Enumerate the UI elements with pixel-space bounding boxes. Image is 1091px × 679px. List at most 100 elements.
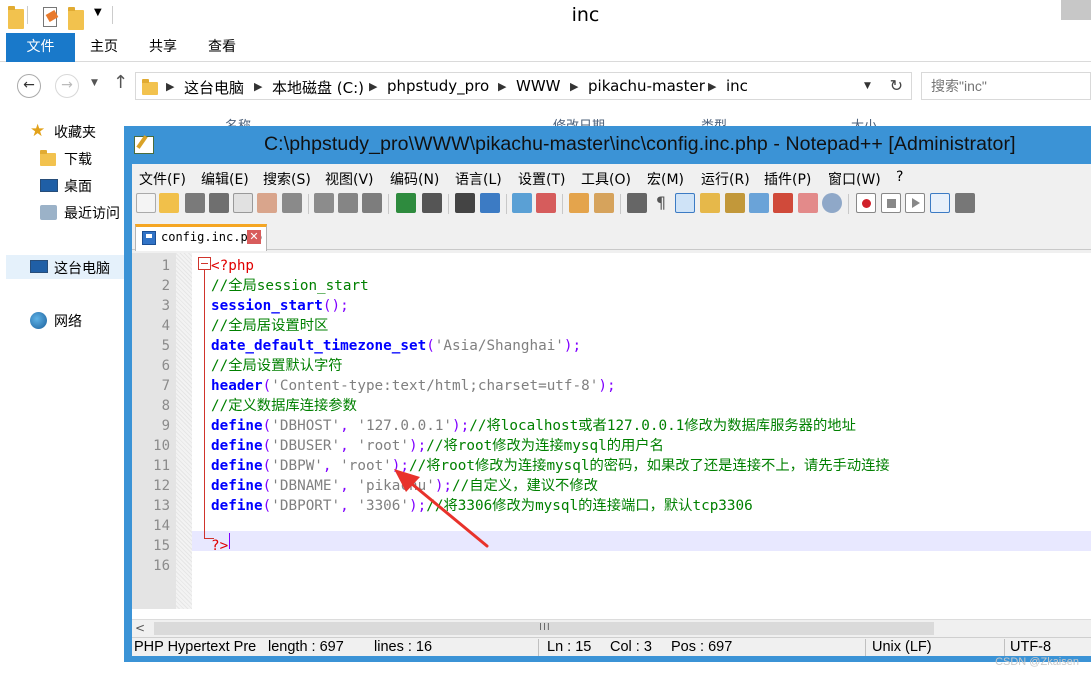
replace-icon[interactable] <box>480 193 500 213</box>
breadcrumb-separator-icon[interactable]: ▶ <box>369 80 377 93</box>
nav-this-pc[interactable]: 这台电脑 <box>6 255 125 279</box>
tab-view[interactable]: 查看 <box>206 33 238 62</box>
breadcrumb-local-disk[interactable]: 本地磁盘 (C:) <box>272 77 364 98</box>
code-line[interactable]: //全局居设置时区 <box>211 316 328 336</box>
save-macro-icon[interactable] <box>955 193 975 213</box>
breadcrumb-separator-icon[interactable]: ▶ <box>166 80 174 93</box>
tab-share[interactable]: 共享 <box>147 33 179 62</box>
chevron-down-icon[interactable]: ▼ <box>864 81 871 91</box>
paste-icon[interactable] <box>362 193 382 213</box>
sync-horizontal-icon[interactable] <box>594 193 614 213</box>
menu-search[interactable]: 搜索(S) <box>263 169 311 189</box>
close-all-icon[interactable] <box>257 193 277 213</box>
indent-guide-icon[interactable] <box>675 193 695 213</box>
sync-vertical-icon[interactable] <box>569 193 589 213</box>
line-number[interactable]: 11 <box>132 456 170 476</box>
stop-macro-icon[interactable] <box>881 193 901 213</box>
search-input[interactable] <box>922 73 1090 99</box>
line-number[interactable]: 13 <box>132 496 170 516</box>
function-list-icon[interactable] <box>749 193 769 213</box>
horizontal-scrollbar[interactable]: < III <box>132 619 1091 636</box>
up-button[interactable]: ↑ <box>113 72 128 93</box>
eye-icon[interactable] <box>822 193 842 213</box>
code-line[interactable]: define('DBPORT', '3306');//将3306修改为mysql… <box>211 496 753 516</box>
line-number[interactable]: 12 <box>132 476 170 496</box>
line-number[interactable]: 6 <box>132 356 170 376</box>
line-number[interactable]: 16 <box>132 556 170 576</box>
breadcrumb-this-pc[interactable]: 这台电脑 <box>184 77 244 98</box>
search-box[interactable] <box>921 72 1091 100</box>
file-tab[interactable]: config.inc.php ✕ <box>135 224 267 251</box>
fold-toggle-icon[interactable] <box>198 257 211 270</box>
forward-button[interactable]: → <box>55 74 79 98</box>
line-number[interactable]: 4 <box>132 316 170 336</box>
new-file-icon[interactable] <box>136 193 156 213</box>
line-number[interactable]: 8 <box>132 396 170 416</box>
line-number[interactable]: 9 <box>132 416 170 436</box>
menu-tools[interactable]: 工具(O) <box>581 169 631 189</box>
code-line[interactable]: define('DBHOST', '127.0.0.1');//将localho… <box>211 416 856 436</box>
menu-file[interactable]: 文件(F) <box>139 169 186 189</box>
cut-icon[interactable] <box>314 193 334 213</box>
code-line[interactable]: <?php <box>211 256 254 276</box>
find-icon[interactable] <box>455 193 475 213</box>
notepad-app-icon[interactable] <box>134 136 154 154</box>
language-icon[interactable] <box>700 193 720 213</box>
breadcrumb-separator-icon[interactable]: ▶ <box>570 80 578 93</box>
undo-icon[interactable] <box>396 193 416 213</box>
word-wrap-icon[interactable] <box>627 193 647 213</box>
code-line[interactable]: ?> <box>211 536 228 556</box>
menu-edit[interactable]: 编辑(E) <box>201 169 249 189</box>
scrollbar-thumb[interactable]: III <box>154 622 934 635</box>
copy-icon[interactable] <box>338 193 358 213</box>
code-line[interactable]: //定义数据库连接参数 <box>211 396 357 416</box>
menu-encoding[interactable]: 编码(N) <box>390 169 439 189</box>
code-line[interactable]: session_start(); <box>211 296 349 316</box>
folder-as-workspace-icon[interactable] <box>773 193 793 213</box>
close-icon[interactable]: ✕ <box>247 230 261 244</box>
code-line[interactable]: //全局session_start <box>211 276 369 296</box>
line-number[interactable]: 1 <box>132 256 170 276</box>
code-line[interactable]: define('DBUSER', 'root');//将root修改为连接mys… <box>211 436 664 456</box>
zoom-out-icon[interactable] <box>536 193 556 213</box>
save-all-icon[interactable] <box>209 193 229 213</box>
line-number[interactable]: 15 <box>132 536 170 556</box>
show-all-chars-icon[interactable]: ¶ <box>651 193 671 213</box>
run-macro-multiple-icon[interactable] <box>930 193 950 213</box>
document-map-icon[interactable] <box>725 193 745 213</box>
menu-help[interactable]: ? <box>896 169 903 185</box>
recent-locations-chevron-icon[interactable]: ▼ <box>91 78 98 88</box>
code-line[interactable]: header('Content-type:text/html;charset=u… <box>211 376 616 396</box>
breadcrumb-separator-icon[interactable]: ▶ <box>254 80 262 93</box>
address-bar[interactable]: ▶ 这台电脑 ▶ 本地磁盘 (C:) ▶ phpstudy_pro ▶ WWW … <box>135 72 912 100</box>
window-control-button[interactable] <box>1061 0 1091 20</box>
menu-plugins[interactable]: 插件(P) <box>764 169 811 189</box>
breadcrumb-inc[interactable]: inc <box>726 77 748 95</box>
line-number[interactable]: 10 <box>132 436 170 456</box>
line-number[interactable]: 2 <box>132 276 170 296</box>
line-number[interactable]: 14 <box>132 516 170 536</box>
menu-window[interactable]: 窗口(W) <box>828 169 881 189</box>
back-button[interactable]: ← <box>17 74 41 98</box>
monitoring-icon[interactable] <box>798 193 818 213</box>
fold-margin[interactable] <box>176 253 192 609</box>
line-number[interactable]: 3 <box>132 296 170 316</box>
breadcrumb-separator-icon[interactable]: ▶ <box>498 80 506 93</box>
breadcrumb-pikachu[interactable]: pikachu-master <box>588 77 705 95</box>
play-macro-icon[interactable] <box>905 193 925 213</box>
code-line[interactable]: date_default_timezone_set('Asia/Shanghai… <box>211 336 581 356</box>
breadcrumb-phpstudy[interactable]: phpstudy_pro <box>387 77 489 95</box>
code-editor[interactable]: 1 2 3 4 5 6 7 8 9 10 11 12 13 14 15 16 <?php//全局session… <box>132 253 1091 619</box>
redo-icon[interactable] <box>422 193 442 213</box>
line-number[interactable]: 7 <box>132 376 170 396</box>
breadcrumb-separator-icon[interactable]: ▶ <box>708 80 716 93</box>
code-line[interactable]: define('DBNAME', 'pikachu');//自定义，建议不修改 <box>211 476 598 496</box>
code-line[interactable]: define('DBPW', 'root');//将root修改为连接mysql… <box>211 456 890 476</box>
open-file-icon[interactable] <box>159 193 179 213</box>
menu-language[interactable]: 语言(L) <box>455 169 502 189</box>
tab-file[interactable]: 文件 <box>6 33 75 62</box>
breadcrumb-www[interactable]: WWW <box>516 77 561 95</box>
save-icon[interactable] <box>185 193 205 213</box>
zoom-in-icon[interactable] <box>512 193 532 213</box>
tab-home[interactable]: 主页 <box>88 33 120 62</box>
